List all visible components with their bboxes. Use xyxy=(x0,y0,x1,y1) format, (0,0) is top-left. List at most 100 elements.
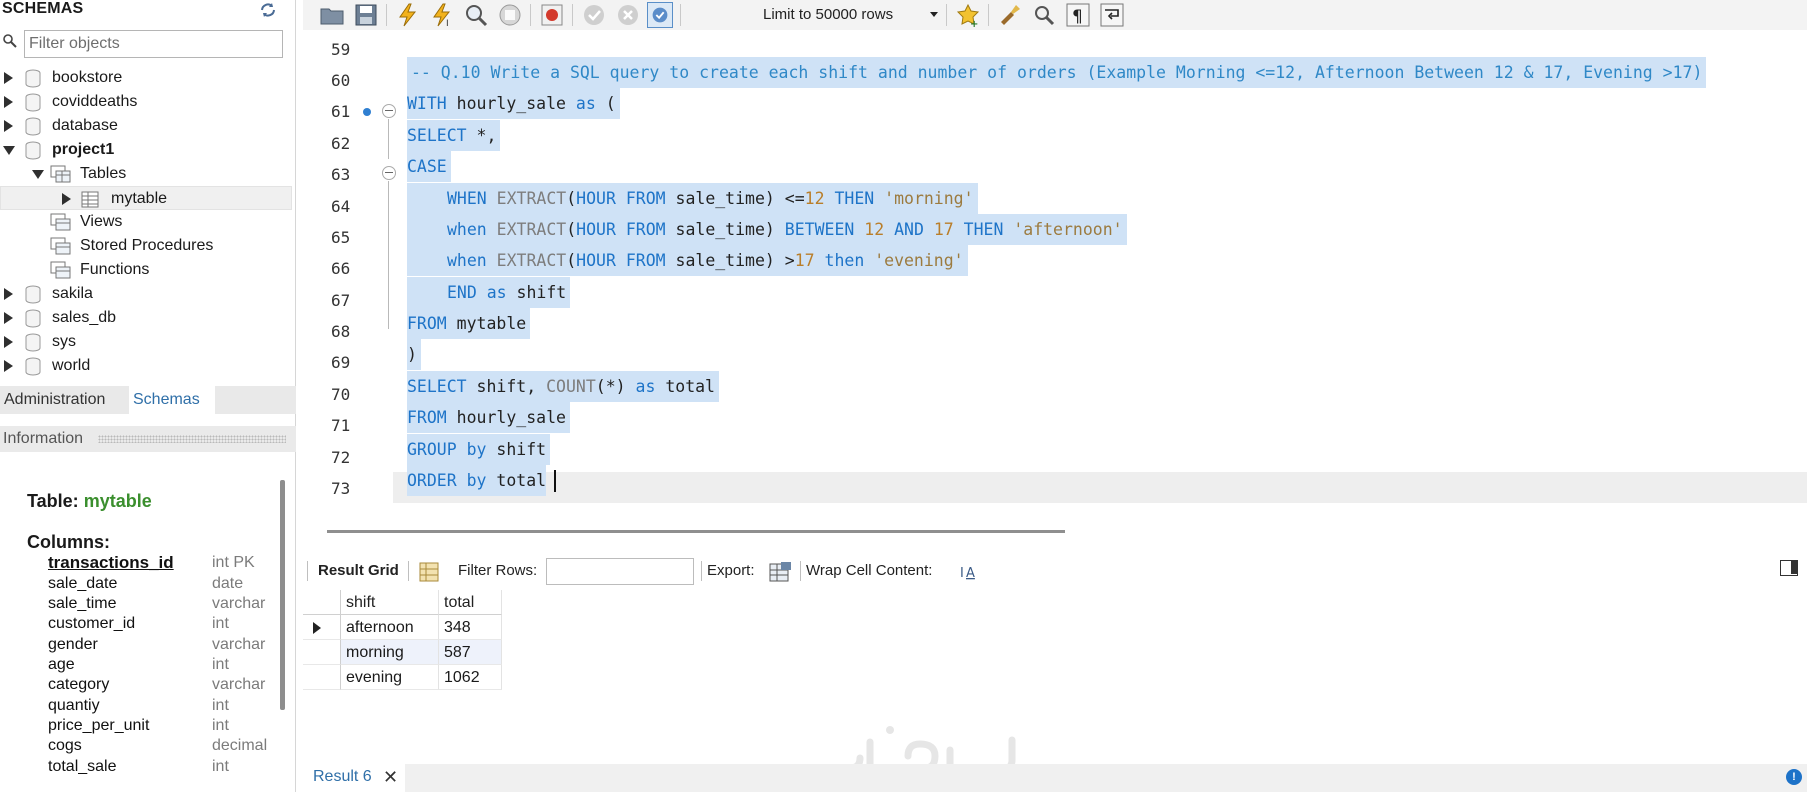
column-name: category xyxy=(48,676,110,693)
expand-arrow-icon[interactable] xyxy=(4,72,13,84)
column-row: cogs decimal xyxy=(48,736,280,756)
expand-arrow-icon[interactable] xyxy=(62,193,71,205)
stored-procedures-folder[interactable]: Stored Procedures xyxy=(0,234,290,258)
kw: END xyxy=(447,283,477,302)
column-name: cogs xyxy=(48,737,82,754)
filter-objects-input[interactable] xyxy=(24,30,283,58)
expand-arrow-icon[interactable] xyxy=(4,360,13,372)
row-selector[interactable] xyxy=(303,615,341,640)
editor-horizontal-scrollbar[interactable] xyxy=(327,530,1065,533)
views-folder[interactable]: Views xyxy=(0,210,290,234)
execute-current-icon[interactable]: I xyxy=(429,2,455,28)
collapse-arrow-icon[interactable] xyxy=(32,170,44,179)
limit-rows-select[interactable]: Limit to 50000 rows xyxy=(763,4,938,26)
tab-administration[interactable]: Administration xyxy=(0,386,110,414)
table-mytable[interactable]: mytable xyxy=(0,186,292,210)
expand-arrow-icon[interactable] xyxy=(4,336,13,348)
column-header-shift[interactable]: shift xyxy=(341,590,439,615)
schema-sales-db[interactable]: sales_db xyxy=(0,306,290,330)
num: 17 xyxy=(923,220,954,239)
toggle-side-panel-icon[interactable] xyxy=(1780,560,1798,576)
line-number: 62 xyxy=(331,134,351,153)
schema-bookstore[interactable]: bookstore xyxy=(0,66,290,90)
tok: ( xyxy=(566,189,577,208)
row-selector[interactable] xyxy=(303,640,341,665)
line-number: 60 xyxy=(331,71,351,90)
grid-cell[interactable]: morning xyxy=(341,640,439,665)
autocommit-icon[interactable] xyxy=(647,2,673,28)
refresh-icon[interactable] xyxy=(258,1,278,19)
export-icon[interactable] xyxy=(769,561,793,583)
line-number: 72 xyxy=(331,448,351,467)
fold-toggle-icon[interactable] xyxy=(382,104,396,118)
panel-grip[interactable] xyxy=(98,435,286,443)
kw: when xyxy=(447,220,487,239)
grid-cell[interactable]: 587 xyxy=(439,640,502,665)
database-icon xyxy=(25,285,41,304)
commit-icon[interactable] xyxy=(581,2,607,28)
result-tab-label: Result 6 xyxy=(313,768,372,785)
stop-icon[interactable] xyxy=(497,2,523,28)
rollback-icon[interactable] xyxy=(615,2,641,28)
fold-guide xyxy=(388,119,389,159)
grid-cell[interactable]: evening xyxy=(341,665,439,690)
schema-world[interactable]: world xyxy=(0,354,290,378)
info-icon[interactable]: ! xyxy=(1786,769,1802,785)
tok: sale_time) xyxy=(665,220,785,239)
tab-schemas[interactable]: Schemas xyxy=(129,386,215,414)
expand-arrow-icon[interactable] xyxy=(4,312,13,324)
column-header-total[interactable]: total xyxy=(439,590,502,615)
explain-icon[interactable] xyxy=(463,2,489,28)
results-grid: shift total afternoon 348 morning 587 ev… xyxy=(303,590,503,696)
row-selector[interactable] xyxy=(303,665,341,690)
sql-editor[interactable]: 59 60 61 62 63 64 65 66 67 68 69 70 71 7… xyxy=(303,34,1807,518)
schema-sakila[interactable]: sakila xyxy=(0,282,290,306)
expand-arrow-icon[interactable] xyxy=(4,288,13,300)
schema-database[interactable]: database xyxy=(0,114,290,138)
beautify-icon[interactable] xyxy=(997,2,1023,28)
close-icon[interactable]: ✕ xyxy=(383,767,398,788)
kw: when xyxy=(447,251,487,270)
fold-toggle-icon[interactable] xyxy=(382,166,396,180)
schema-label: sys xyxy=(52,333,76,350)
column-name: gender xyxy=(48,636,98,653)
column-type: int xyxy=(212,656,229,673)
save-icon[interactable] xyxy=(353,2,379,28)
kw: GROUP by xyxy=(407,440,487,459)
add-snippet-icon[interactable]: + xyxy=(955,2,981,28)
grid-cell[interactable]: afternoon xyxy=(341,615,439,640)
grid-cell[interactable]: 348 xyxy=(439,615,502,640)
kw: SELECT xyxy=(407,126,467,145)
grid-cell[interactable]: 1062 xyxy=(439,665,502,690)
column-type: int PK xyxy=(212,554,255,571)
column-type: varchar xyxy=(212,636,266,653)
schema-coviddeaths[interactable]: coviddeaths xyxy=(0,90,290,114)
collapse-arrow-icon[interactable] xyxy=(3,146,15,155)
word-wrap-icon[interactable] xyxy=(1099,2,1125,28)
filter-rows-input[interactable] xyxy=(546,558,694,585)
result-grid-tab[interactable]: Result Grid xyxy=(318,553,399,589)
toggle-error-icon[interactable] xyxy=(539,2,565,28)
tok: shift xyxy=(506,283,567,302)
schema-project1[interactable]: project1 xyxy=(0,138,290,162)
information-title: Information xyxy=(3,430,84,447)
expand-arrow-icon[interactable] xyxy=(4,96,13,108)
invisible-chars-icon[interactable]: ¶ xyxy=(1065,2,1091,28)
line-number: 59 xyxy=(331,40,351,59)
fold-guide xyxy=(388,181,389,329)
expand-arrow-icon[interactable] xyxy=(4,120,13,132)
tables-folder[interactable]: Tables xyxy=(0,162,290,186)
table-label: mytable xyxy=(111,190,168,207)
execute-icon[interactable] xyxy=(395,2,421,28)
form-editor-icon[interactable] xyxy=(419,562,439,582)
info-scrollbar[interactable] xyxy=(280,480,285,710)
tab-result-6[interactable]: Result 6 ✕ xyxy=(303,764,405,792)
open-folder-icon[interactable] xyxy=(319,2,345,28)
code-line-71: FROM hourly_sale xyxy=(407,402,570,433)
kw: WHEN xyxy=(447,189,487,208)
schema-sys[interactable]: sys xyxy=(0,330,290,354)
tables-icon xyxy=(50,165,71,183)
functions-folder[interactable]: Functions xyxy=(0,258,290,282)
wrap-cell-icon[interactable]: IA xyxy=(959,563,977,581)
find-icon[interactable] xyxy=(1031,2,1057,28)
